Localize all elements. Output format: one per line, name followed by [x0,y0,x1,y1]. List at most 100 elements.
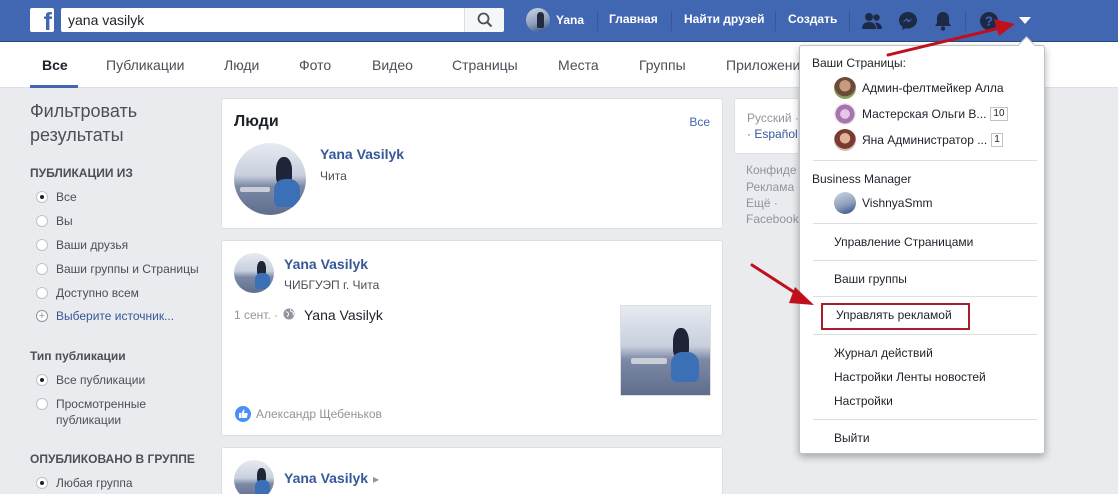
menu-divider [813,296,1037,297]
your-groups-item[interactable]: Ваши группы [834,272,907,286]
radio-button[interactable] [36,374,48,386]
help-button[interactable]: ? [977,9,1001,33]
menu-divider [813,334,1037,335]
pages-section-heading: Ваши Страницы: [812,56,907,70]
settings-item[interactable]: Настройки [834,394,893,408]
page-item[interactable]: Яна Администратор ... 1 [834,129,1003,151]
notifications-button[interactable] [931,9,955,33]
post-photo[interactable] [620,305,711,396]
bell-icon [935,12,951,31]
profile-link[interactable]: Yana [526,8,584,32]
avatar[interactable] [234,253,274,293]
globe-icon [283,308,295,320]
filter-title: Фильтровать результаты [30,101,138,145]
nav-divider [597,11,598,31]
tab-groups[interactable]: Группы [639,57,686,73]
filter-option[interactable]: Любая группа [36,475,133,491]
manage-pages-item[interactable]: Управление Страницами [834,235,973,249]
search-input[interactable] [61,8,464,32]
menu-divider [813,419,1037,420]
see-all-link[interactable]: Все [689,115,710,129]
tab-places[interactable]: Места [558,57,599,73]
account-dropdown-menu: Ваши Страницы: Админ-фелтмейкер Алла Мас… [799,45,1045,454]
nav-divider [849,11,850,31]
tab-videos[interactable]: Видео [372,57,413,73]
avatar[interactable] [234,460,274,494]
activity-log-item[interactable]: Журнал действий [834,346,933,360]
create-link[interactable]: Создать [788,12,837,26]
tab-pages[interactable]: Страницы [452,57,518,73]
choose-source-link[interactable]: Выберите источник... [36,308,174,324]
post-date-link[interactable]: 1 сент. · [234,308,278,322]
language-option-link[interactable]: · Español [747,127,798,141]
radio-button[interactable] [36,287,48,299]
filter-option-label: Вы [56,214,73,228]
profile-name: Yana [556,13,585,27]
filter-option-label: Ваши группы и Страницы [56,262,199,276]
page-avatar [834,103,856,125]
filter-option-label: Все публикации [56,373,146,387]
friend-requests-button[interactable] [860,9,884,33]
logout-item[interactable]: Выйти [834,431,870,445]
caret-down-icon [1019,17,1031,24]
notification-count-badge: 10 [990,107,1008,121]
filter-option[interactable]: Вы [36,213,73,229]
menu-divider [813,260,1037,261]
footer-link[interactable]: Ещё · [746,196,778,210]
filter-option[interactable]: Ваши друзья [36,237,128,253]
news-feed-preferences-item[interactable]: Настройки Ленты новостей [834,370,986,384]
radio-button[interactable] [36,263,48,275]
page-avatar [834,129,856,151]
filter-option[interactable]: Доступно всем [36,285,139,301]
messenger-button[interactable] [896,9,920,33]
messenger-icon [899,12,917,30]
page-name: Яна Администратор ... [862,133,988,147]
home-link[interactable]: Главная [609,12,658,26]
post-author-link[interactable]: Yana Vasilyk [284,470,368,486]
account-menu-button[interactable] [1013,9,1037,33]
tab-apps[interactable]: Приложения [726,57,808,73]
filter-section-heading: ПУБЛИКАЦИИ ИЗ [30,166,133,180]
page-avatar [834,77,856,99]
filter-option[interactable]: Все [36,189,77,205]
manage-ads-highlight [821,303,970,330]
radio-button[interactable] [36,215,48,227]
profile-photo[interactable] [234,143,306,215]
tab-posts[interactable]: Публикации [106,57,184,73]
person-name-link[interactable]: Yana Vasilyk [320,146,404,162]
arrow-icon: ▸ [373,472,380,486]
filter-option[interactable]: Ваши группы и Страницы [36,261,199,277]
menu-divider [813,160,1037,161]
filter-option[interactable]: Просмотренные публикации [36,396,156,428]
post-author-link[interactable]: Yana Vasilyk [284,256,368,272]
post-author-subtitle: ЧИБГУЭП г. Чита [284,278,380,292]
tab-all[interactable]: Все [42,57,68,73]
plus-icon [36,308,48,324]
filter-option[interactable]: Все публикации [36,372,145,388]
post-card: Yana Vasilyk ЧИБГУЭП г. Чита 1 сент. · Y… [221,240,723,436]
likes-names-link[interactable]: Александр Щебеньков [256,407,382,421]
page-item[interactable]: Админ-фелтмейкер Алла [834,77,1004,99]
business-account-item[interactable]: VishnyaSmm [834,192,932,214]
filter-option-label: Любая группа [56,476,133,490]
language-current: Русский · [747,111,798,125]
menu-divider [813,223,1037,224]
radio-button[interactable] [36,398,48,410]
nav-divider [775,11,776,31]
nav-divider [671,11,672,31]
footer-link[interactable]: Реклама · [746,180,801,194]
tab-people[interactable]: Люди [224,57,259,73]
tab-photos[interactable]: Фото [299,57,331,73]
business-manager-heading: Business Manager [812,172,912,186]
facebook-logo[interactable]: f [30,8,54,32]
radio-button[interactable] [36,239,48,251]
find-friends-link[interactable]: Найти друзей [684,12,764,26]
radio-button[interactable] [36,191,48,203]
page-item[interactable]: Мастерская Ольги В... 10 [834,103,1008,125]
footer-link[interactable]: Конфиде [746,163,797,177]
post-text: Yana Vasilyk [304,307,383,323]
search-button[interactable] [464,8,504,32]
radio-button[interactable] [36,477,48,489]
active-tab-indicator [30,85,78,88]
choose-source-label: Выберите источник... [56,309,175,323]
